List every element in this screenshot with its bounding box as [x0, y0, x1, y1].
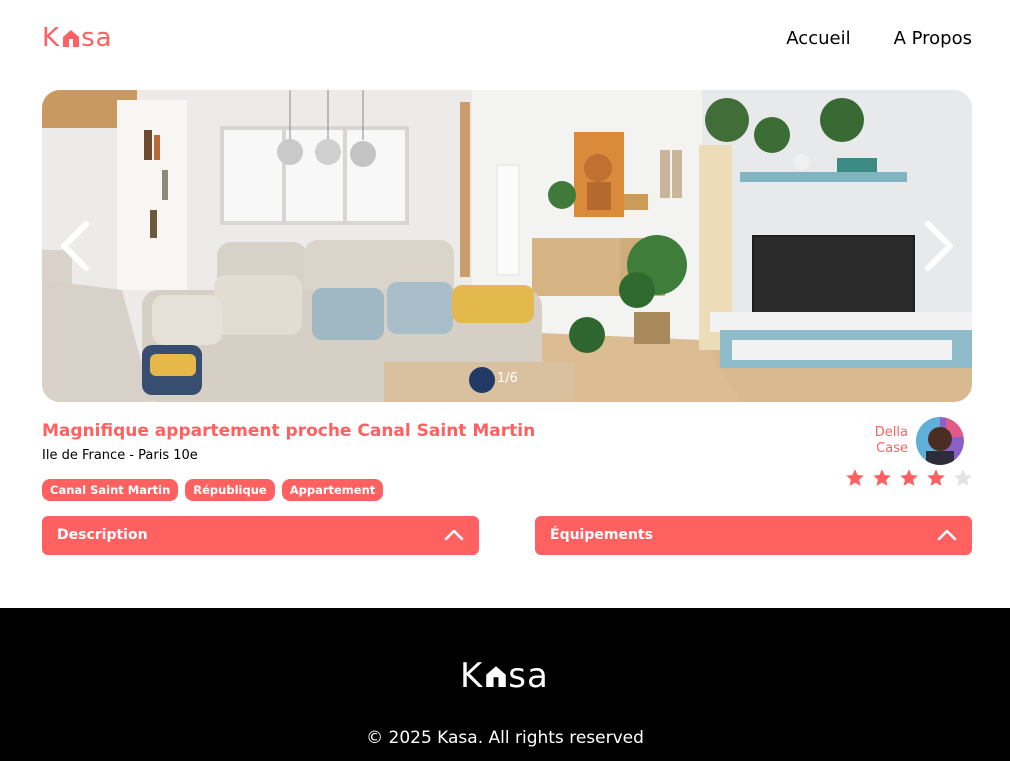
star-icon: [900, 469, 918, 486]
equipments-title: Équipements: [550, 527, 653, 543]
tag: République: [185, 479, 275, 501]
house-icon: [486, 666, 507, 687]
tag: Appartement: [281, 479, 384, 501]
nav-about-link[interactable]: A Propos: [894, 28, 972, 49]
star-icon: [954, 469, 972, 486]
nav-home-link[interactable]: Accueil: [786, 28, 850, 49]
description-title: Description: [57, 527, 148, 543]
footer: K sa © 2025 Kasa. All rights reserved: [0, 608, 1010, 761]
main-nav: Accueil A Propos: [786, 28, 972, 49]
host-last-name: Case: [876, 441, 908, 456]
gallery-counter: 1/6: [497, 371, 518, 386]
listing-location: Ile de France - Paris 10e: [42, 448, 198, 463]
host-first-name: Della: [874, 425, 908, 440]
header: K sa Accueil A Propos: [42, 22, 972, 58]
star-icon: [927, 469, 945, 486]
equipments-collapse[interactable]: Équipements: [535, 516, 972, 555]
description-collapse[interactable]: Description: [42, 516, 479, 555]
logo[interactable]: K sa: [42, 22, 113, 54]
rating-stars: [845, 468, 973, 488]
chevron-up-icon[interactable]: [937, 528, 957, 542]
footer-logo-letter-k: K: [460, 656, 484, 696]
tag: Canal Saint Martin: [42, 479, 179, 501]
gallery-photo: [42, 90, 972, 402]
host-name: Della Case: [875, 425, 908, 457]
chevron-right-icon[interactable]: [918, 218, 958, 274]
chevron-left-icon[interactable]: [56, 218, 96, 274]
footer-logo: K sa: [460, 656, 549, 696]
house-icon: [63, 30, 80, 47]
host-info: Della Case: [875, 417, 964, 465]
avatar: [916, 417, 964, 465]
footer-logo-letters-sa: sa: [508, 656, 549, 696]
chevron-up-icon[interactable]: [444, 528, 464, 542]
copyright-text: © 2025 Kasa. All rights reserved: [366, 728, 644, 748]
listing-title: Magnifique appartement proche Canal Sain…: [42, 421, 536, 441]
photo-gallery: 1/6: [42, 90, 972, 402]
star-icon: [873, 469, 891, 486]
logo-letter-k: K: [42, 23, 61, 53]
logo-letters-sa: sa: [81, 23, 113, 53]
tag-list: Canal Saint Martin République Appartemen…: [42, 479, 384, 501]
star-icon: [846, 469, 864, 486]
